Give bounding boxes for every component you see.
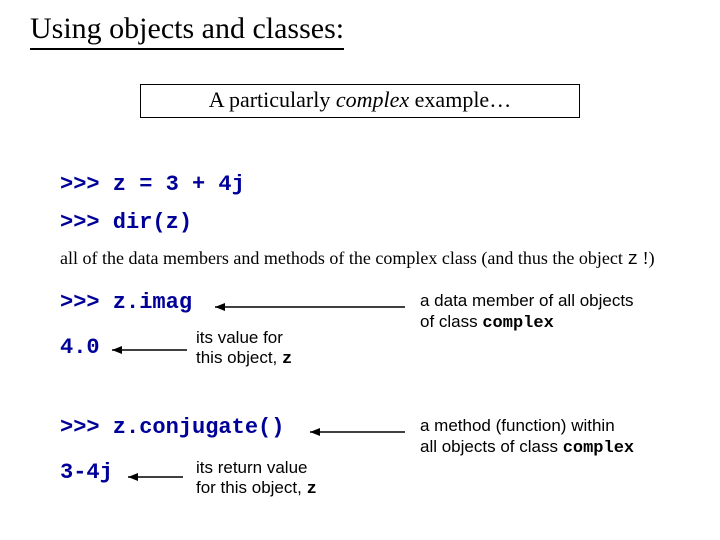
subtitle-post: example… bbox=[409, 87, 511, 112]
note-all-members-post: !) bbox=[638, 248, 655, 268]
note-all-members-z: z bbox=[627, 250, 638, 270]
note-value-line2-pre: this object, bbox=[196, 348, 282, 367]
note-return-line2-z: z bbox=[307, 480, 317, 499]
note-data-member-line2-pre: of class bbox=[420, 312, 482, 331]
note-value-line1: its value for bbox=[196, 328, 283, 347]
note-method-line2-mono: complex bbox=[563, 439, 634, 458]
arrow-icon bbox=[112, 345, 192, 355]
note-data-member: a data member of all objects of class co… bbox=[420, 290, 634, 335]
note-all-members-pre: all of the data members and methods of t… bbox=[60, 248, 627, 268]
note-return-line1: its return value bbox=[196, 458, 308, 477]
note-method-line1: a method (function) within bbox=[420, 416, 615, 435]
note-all-members: all of the data members and methods of t… bbox=[60, 248, 655, 270]
code-line-3: >>> z.imag bbox=[60, 290, 192, 315]
code-line-4: 4.0 bbox=[60, 335, 100, 360]
note-value-line2-z: z bbox=[282, 350, 292, 369]
subtitle-box: A particularly complex example… bbox=[140, 84, 580, 118]
code-line-1: >>> z = 3 + 4j bbox=[60, 172, 245, 197]
arrow-icon bbox=[128, 472, 188, 482]
code-line-6: 3-4j bbox=[60, 460, 113, 485]
slide: Using objects and classes: A particularl… bbox=[0, 0, 720, 540]
arrow-icon bbox=[310, 427, 410, 437]
note-method-line2-pre: all objects of class bbox=[420, 437, 563, 456]
note-method: a method (function) within all objects o… bbox=[420, 415, 634, 460]
arrow-icon bbox=[215, 302, 415, 312]
code-line-2: >>> dir(z) bbox=[60, 210, 192, 235]
note-return-line2-pre: for this object, bbox=[196, 478, 307, 497]
note-data-member-line1: a data member of all objects bbox=[420, 291, 634, 310]
subtitle-pre: A particularly bbox=[209, 87, 336, 112]
subtitle-em: complex bbox=[336, 87, 409, 112]
note-value: its value for this object, z bbox=[196, 328, 292, 371]
code-line-5: >>> z.conjugate() bbox=[60, 415, 284, 440]
slide-title: Using objects and classes: bbox=[30, 12, 344, 50]
note-data-member-line2-mono: complex bbox=[482, 314, 553, 333]
note-return: its return value for this object, z bbox=[196, 458, 317, 501]
